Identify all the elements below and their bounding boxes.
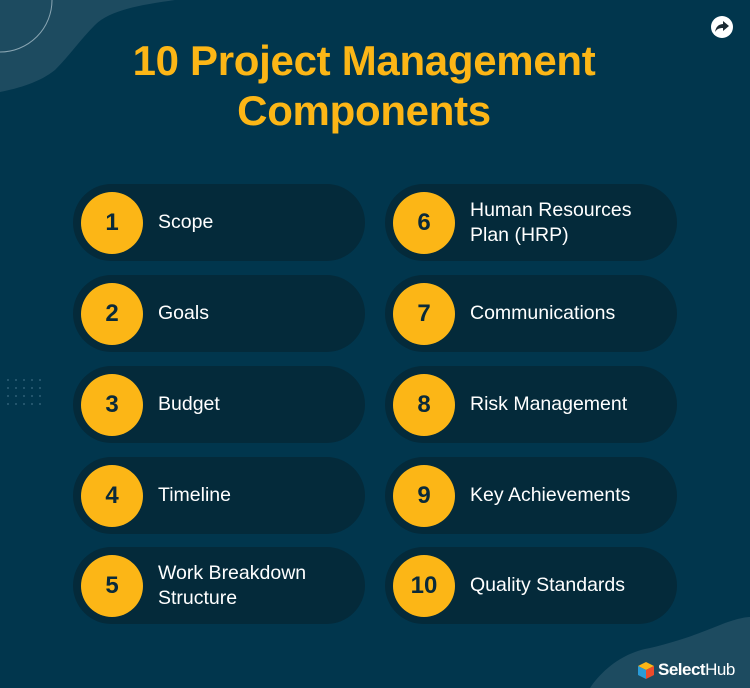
label-line: Work Breakdown	[158, 561, 307, 584]
title-line-1: 10 Project Management	[132, 37, 596, 84]
logo-text-bold: Select	[658, 660, 706, 679]
label-line: Quality Standards	[470, 574, 626, 596]
label-line: Key Achievements	[470, 484, 631, 506]
component-label: Key Achievements	[470, 483, 630, 508]
label-line: Goals	[158, 302, 209, 324]
component-label: Quality Standards	[470, 573, 625, 598]
component-label: Timeline	[158, 483, 231, 508]
component-item: 8 Risk Management	[385, 366, 677, 443]
logo-wordmark: SelectHub	[658, 660, 735, 680]
component-item: 2 Goals	[73, 275, 365, 352]
decorative-dot-grid	[7, 379, 41, 405]
number-badge: 1	[81, 191, 143, 254]
selecthub-logo: SelectHub	[638, 660, 735, 680]
number-badge: 2	[81, 282, 143, 345]
component-item: 1 Scope	[73, 184, 365, 261]
component-label: Scope	[158, 210, 213, 235]
component-item: 6 Human Resources Plan (HRP)	[385, 184, 677, 261]
component-label: Communications	[470, 301, 615, 326]
label-line: Scope	[158, 211, 214, 233]
component-label: Budget	[158, 392, 220, 417]
number-badge: 8	[393, 373, 455, 436]
component-label: Human Resources Plan (HRP)	[470, 198, 631, 248]
component-item: 4 Timeline	[73, 457, 365, 534]
label-line: Human Resources	[470, 198, 632, 221]
component-item: 5 Work Breakdown Structure	[73, 547, 365, 624]
label-line: Structure	[158, 586, 238, 609]
label-line: Plan (HRP)	[470, 223, 569, 246]
component-label: Risk Management	[470, 392, 627, 417]
page-title: 10 Project Management Components	[0, 36, 728, 136]
label-line: Budget	[158, 393, 220, 415]
number-badge: 6	[393, 191, 455, 254]
share-button[interactable]	[711, 16, 733, 38]
share-arrow-icon	[715, 21, 729, 32]
logo-text-regular: Hub	[705, 660, 735, 679]
title-line-2: Components	[237, 87, 491, 134]
number-badge: 7	[393, 282, 455, 345]
number-badge: 5	[81, 554, 143, 617]
component-item: 10 Quality Standards	[385, 547, 677, 624]
component-item: 7 Communications	[385, 275, 677, 352]
component-item: 3 Budget	[73, 366, 365, 443]
number-badge: 4	[81, 464, 143, 527]
component-label: Work Breakdown Structure	[158, 561, 306, 611]
label-line: Timeline	[158, 484, 231, 506]
infographic: 10 Project Management Components 1 Scope…	[0, 0, 750, 688]
cube-logo-icon	[638, 661, 654, 679]
component-item: 9 Key Achievements	[385, 457, 677, 534]
component-label: Goals	[158, 301, 209, 326]
number-badge: 10	[393, 554, 455, 617]
number-badge: 9	[393, 464, 455, 527]
label-line: Communications	[470, 302, 616, 324]
number-badge: 3	[81, 373, 143, 436]
label-line: Risk Management	[470, 393, 628, 415]
